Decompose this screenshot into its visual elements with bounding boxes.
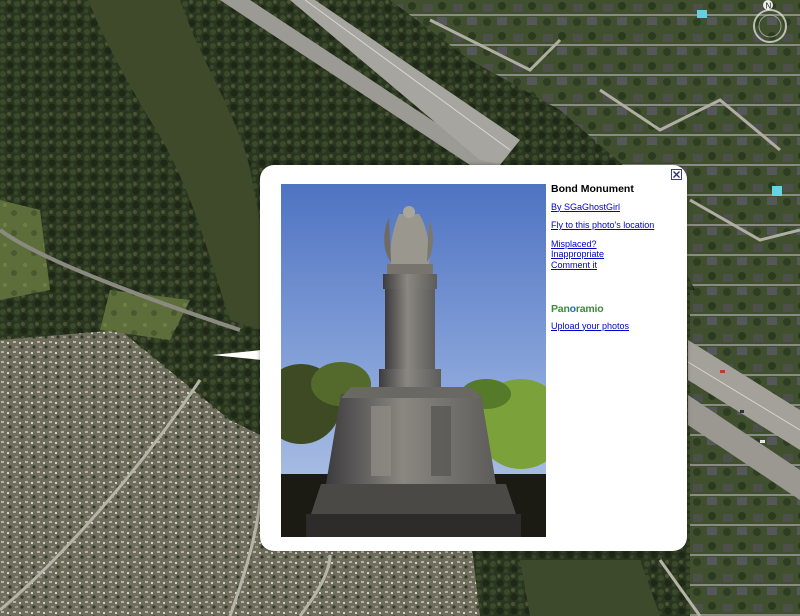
comment-link[interactable]: Comment it (551, 260, 681, 271)
author-link[interactable]: By SGaGhostGirl (551, 202, 681, 213)
upload-photos-link[interactable]: Upload your photos (551, 321, 681, 332)
panoramio-logo[interactable]: Panoramio (551, 304, 681, 315)
misplaced-link[interactable]: Misplaced? (551, 239, 681, 250)
fly-to-location-link[interactable]: Fly to this photo's location (551, 220, 681, 231)
photo-title: Bond Monument (551, 183, 634, 195)
compass-north-label: N (766, 2, 772, 11)
close-x-icon (673, 171, 680, 178)
brand-prefix: Pan (551, 303, 570, 315)
photo-info-panel: Bond Monument By SGaGhostGirl Fly to thi… (551, 184, 681, 331)
brand-suffix: ramio (575, 303, 604, 315)
inappropriate-link[interactable]: Inappropriate (551, 249, 681, 260)
close-button[interactable] (671, 169, 682, 180)
monument-photo[interactable] (281, 184, 546, 537)
compass-icon[interactable]: N (748, 0, 792, 44)
balloon-tail (212, 350, 262, 360)
